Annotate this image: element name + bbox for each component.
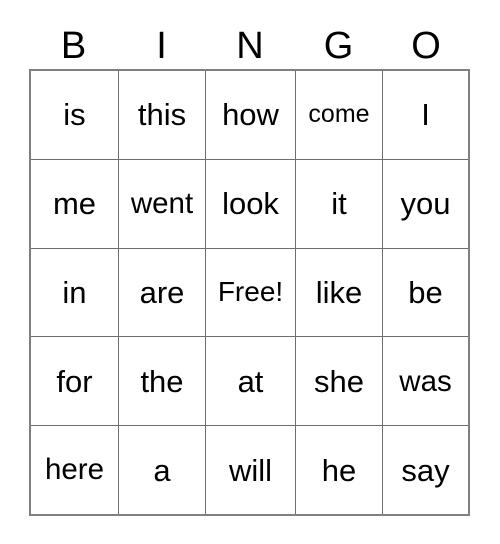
- bingo-cell-label: it: [331, 186, 347, 222]
- bingo-cell-label: was: [399, 364, 452, 398]
- bingo-card: B I N G O is this how come I me went loo…: [0, 0, 500, 544]
- bingo-cell-label: he: [321, 452, 357, 488]
- bingo-cell[interactable]: for: [31, 337, 118, 426]
- bingo-header-letter-i: I: [156, 24, 167, 67]
- bingo-cell-label: I: [421, 97, 430, 133]
- bingo-row: me went look it you: [31, 158, 468, 248]
- bingo-cell[interactable]: the: [118, 337, 205, 426]
- bingo-row: is this how come I: [31, 71, 468, 159]
- bingo-cell-label: say: [401, 452, 450, 488]
- bingo-cell[interactable]: look: [205, 159, 295, 248]
- bingo-cell[interactable]: I: [382, 71, 468, 159]
- bingo-cell-label: be: [408, 274, 443, 310]
- bingo-cell[interactable]: was: [382, 337, 468, 426]
- bingo-cell-label: are: [139, 274, 185, 310]
- bingo-row: for the at she was: [31, 336, 468, 426]
- bingo-cell[interactable]: a: [118, 426, 205, 514]
- bingo-free-space-label: Free!: [217, 276, 284, 308]
- bingo-cell[interactable]: at: [205, 337, 295, 426]
- bingo-cell[interactable]: this: [118, 71, 205, 159]
- bingo-cell[interactable]: is: [31, 71, 118, 159]
- bingo-cell[interactable]: how: [205, 71, 295, 159]
- bingo-cell-label: she: [314, 363, 364, 399]
- bingo-cell[interactable]: be: [382, 248, 468, 337]
- bingo-cell[interactable]: here: [31, 426, 118, 514]
- bingo-row: in are Free! like be: [31, 247, 468, 337]
- bingo-cell-label: this: [137, 97, 187, 133]
- bingo-cell-label: come: [308, 100, 370, 129]
- bingo-cell-label: in: [62, 274, 87, 310]
- bingo-cell-label: went: [130, 186, 194, 220]
- bingo-cell-label: will: [228, 452, 273, 488]
- bingo-cell[interactable]: say: [382, 426, 468, 514]
- bingo-cell-label: at: [237, 363, 264, 399]
- bingo-cell[interactable]: you: [382, 159, 468, 248]
- bingo-grid: is this how come I me went look it you i…: [29, 69, 470, 516]
- bingo-header-letter-o: O: [411, 24, 441, 67]
- bingo-cell[interactable]: in: [31, 248, 118, 337]
- bingo-cell-label: for: [56, 363, 93, 399]
- bingo-cell[interactable]: went: [118, 159, 205, 248]
- bingo-cell[interactable]: are: [118, 248, 205, 337]
- bingo-cell-label: me: [52, 186, 97, 222]
- bingo-cell[interactable]: she: [295, 337, 382, 426]
- bingo-cell[interactable]: like: [295, 248, 382, 337]
- bingo-free-space-cell[interactable]: Free!: [205, 248, 295, 337]
- bingo-cell[interactable]: he: [295, 426, 382, 514]
- bingo-header-letter-b: B: [60, 24, 87, 67]
- bingo-cell[interactable]: me: [31, 159, 118, 248]
- bingo-cell-label: the: [140, 363, 184, 399]
- bingo-cell-label: a: [153, 452, 171, 488]
- bingo-cell-label: like: [315, 274, 363, 310]
- bingo-cell-label: how: [222, 97, 279, 133]
- bingo-cell[interactable]: come: [295, 71, 382, 159]
- bingo-cell[interactable]: will: [205, 426, 295, 514]
- bingo-cell[interactable]: it: [295, 159, 382, 248]
- bingo-header-letter-g: G: [323, 24, 354, 67]
- bingo-cell-label: look: [222, 186, 279, 222]
- bingo-row: here a will he say: [31, 425, 468, 514]
- bingo-cell-label: is: [63, 97, 86, 133]
- bingo-header-row: B I N G O: [29, 22, 470, 69]
- bingo-cell-label: you: [400, 186, 451, 222]
- bingo-cell-label: here: [44, 453, 105, 487]
- bingo-header-letter-n: N: [236, 24, 264, 67]
